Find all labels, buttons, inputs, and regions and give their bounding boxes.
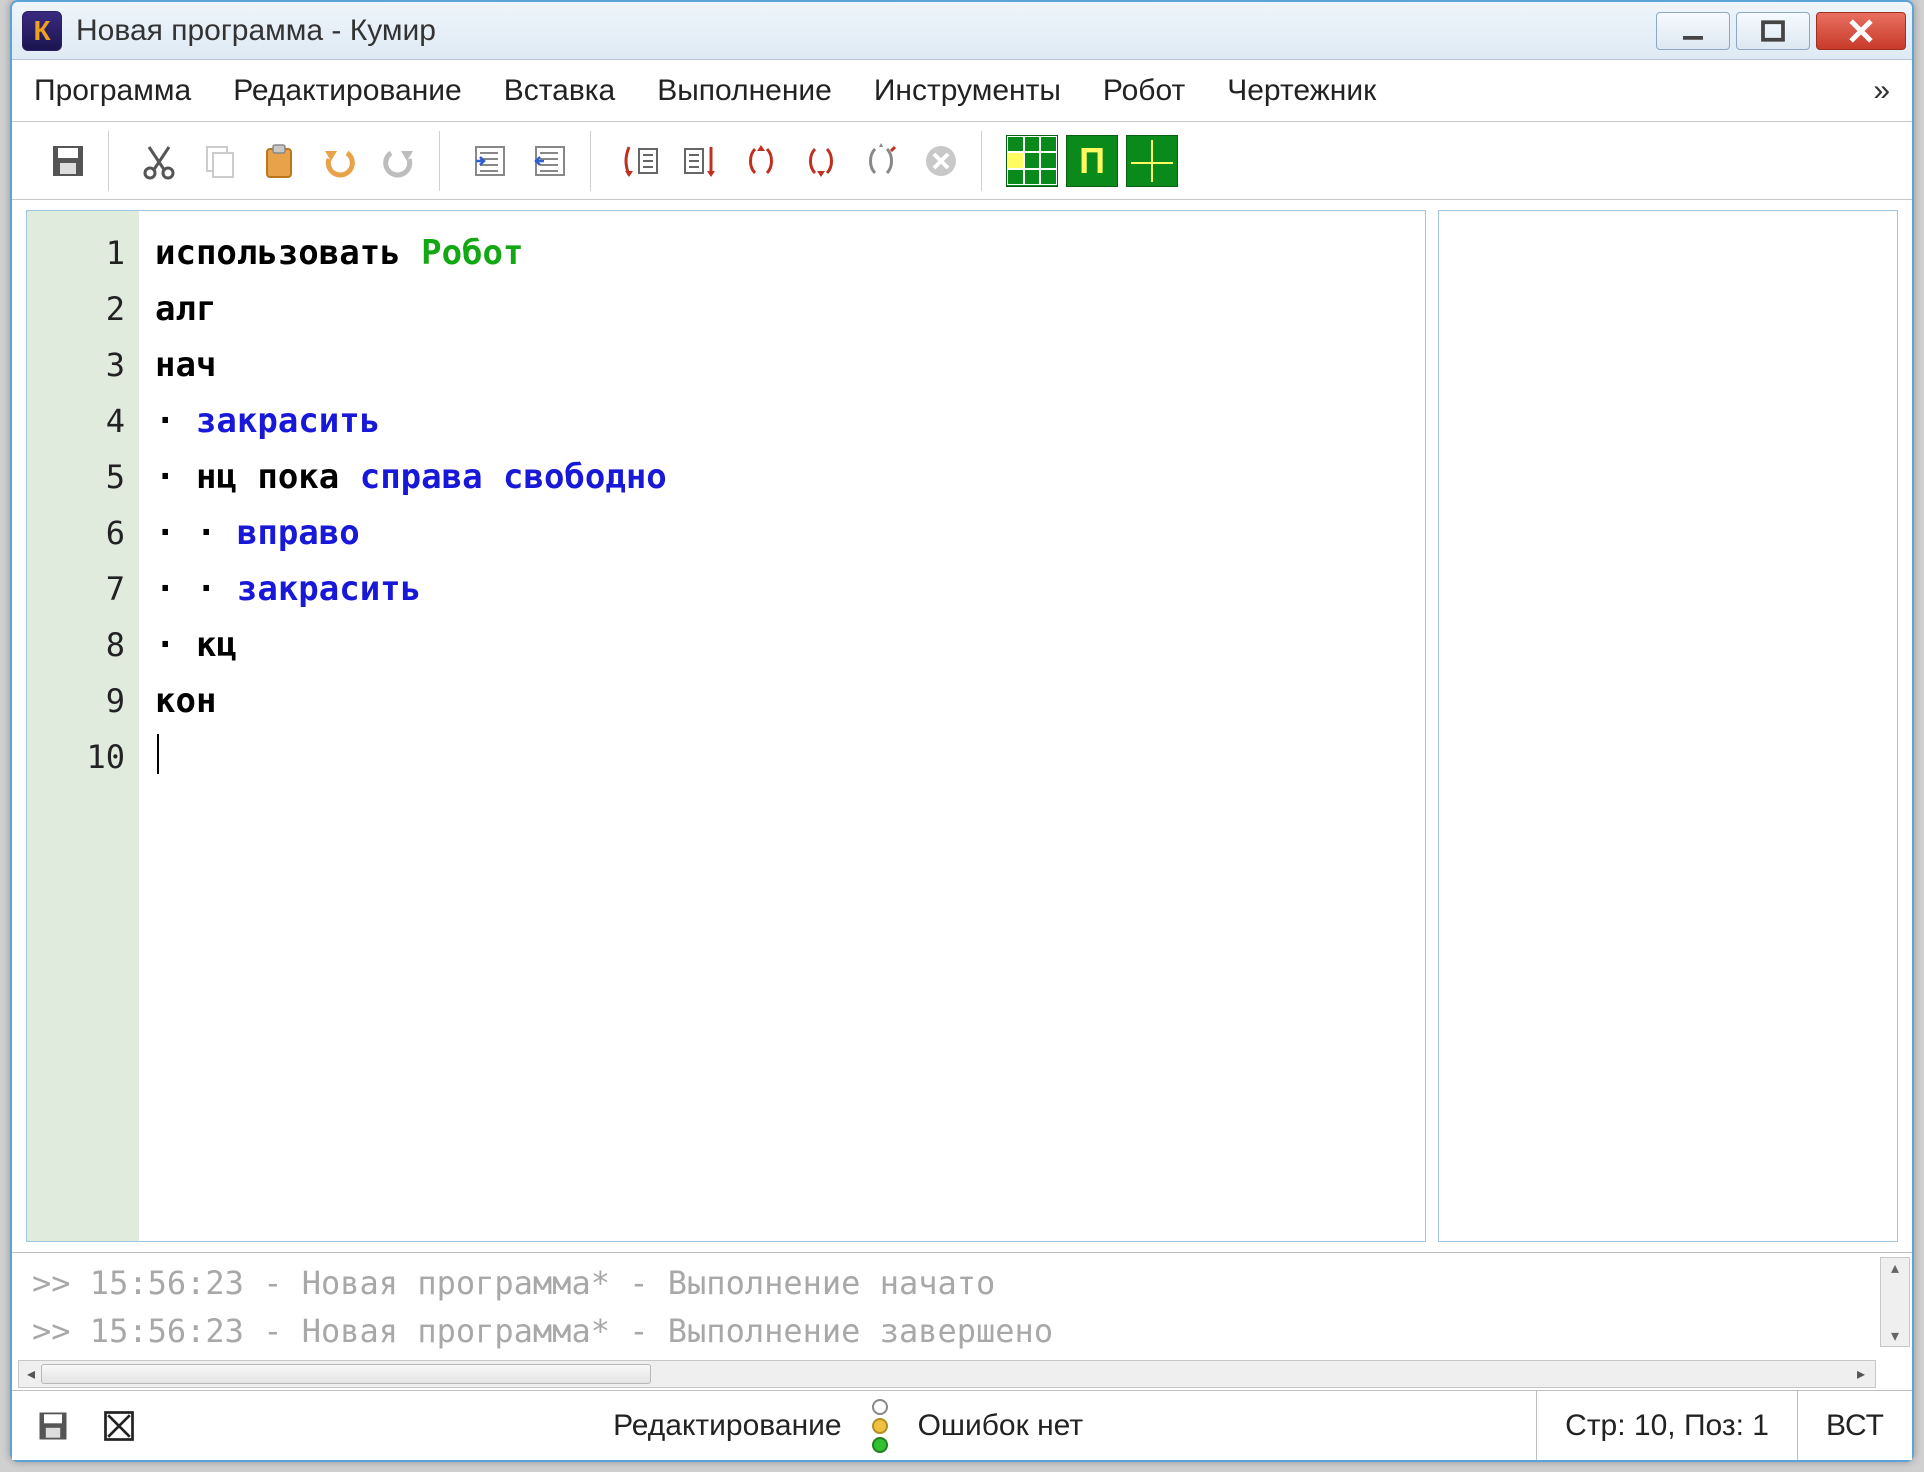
statusbar-center: Редактирование Ошибок нет [160,1399,1536,1453]
status-errors: Ошибок нет [918,1409,1083,1443]
line-number: 2 [27,281,125,337]
line-number: 4 [27,393,125,449]
editor-pane: 12345678910 использовать Роботалгнач· за… [26,210,1426,1242]
menu-insert[interactable]: Вставка [504,74,616,108]
line-number: 1 [27,225,125,281]
run-out-icon[interactable] [855,135,907,187]
toolbar-group-run [601,131,982,191]
scroll-up-icon[interactable]: ▴ [1891,1258,1899,1278]
line-number: 6 [27,505,125,561]
status-clear-icon[interactable] [98,1405,140,1447]
paste-icon[interactable] [253,135,305,187]
code-line[interactable] [155,729,1425,785]
status-save-icon[interactable] [32,1405,74,1447]
scroll-left-icon[interactable]: ◂ [19,1364,43,1384]
app-icon: К [22,11,62,51]
log-horizontal-scrollbar[interactable]: ◂ ▸ [18,1360,1876,1388]
code-line[interactable]: использовать Робот [155,225,1425,281]
text-cursor [157,734,159,774]
scrollbar-thumb[interactable] [41,1364,651,1384]
status-mode: Редактирование [613,1409,842,1443]
statusbar-left [12,1405,160,1447]
scroll-right-icon[interactable]: ▸ [1849,1364,1873,1384]
window-title: Новая программа - Кумир [76,14,1656,48]
toolbar: П [12,122,1912,200]
code-line[interactable]: нач [155,337,1425,393]
minimize-button[interactable] [1656,12,1730,50]
toolbar-group-robot: П [992,131,1192,191]
status-position: Стр: 10, Поз: 1 [1536,1391,1797,1460]
workarea: 12345678910 использовать Роботалгнач· за… [12,200,1912,1252]
line-number: 5 [27,449,125,505]
menubar: Программа Редактирование Вставка Выполне… [12,60,1912,122]
titlebar: К Новая программа - Кумир [12,2,1912,60]
code-line[interactable]: · · закрасить [155,561,1425,617]
menu-program[interactable]: Программа [34,74,191,108]
line-number-gutter: 12345678910 [27,211,139,1241]
statusbar: Редактирование Ошибок нет Стр: 10, Поз: … [12,1390,1912,1460]
run-to-icon[interactable] [795,135,847,187]
log-line: >> 15:56:23 - Новая программа* - Выполне… [32,1259,1892,1307]
log-lines: >> 15:56:23 - Новая программа* - Выполне… [12,1253,1912,1360]
line-number: 10 [27,729,125,785]
robot-grid-icon[interactable] [1006,135,1058,187]
menu-run[interactable]: Выполнение [657,74,832,108]
log-vertical-scrollbar[interactable]: ▴ ▾ [1880,1257,1910,1347]
cut-icon[interactable] [133,135,185,187]
undo-icon[interactable] [313,135,365,187]
stop-icon[interactable] [915,135,967,187]
code-line[interactable]: · кц [155,617,1425,673]
traffic-light-icon [872,1399,888,1453]
code-editor[interactable]: использовать Роботалгнач· закрасить· нц … [139,211,1425,1241]
code-line[interactable]: кон [155,673,1425,729]
menu-robot[interactable]: Робот [1103,74,1185,108]
log-line: >> 15:56:23 - Новая программа* - Выполне… [32,1307,1892,1355]
line-number: 7 [27,561,125,617]
menu-tools[interactable]: Инструменты [874,74,1061,108]
copy-icon[interactable] [193,135,245,187]
robot-axes-icon[interactable] [1126,135,1178,187]
status-insert-mode: ВСТ [1797,1391,1912,1460]
code-line[interactable]: · нц пока справа свободно [155,449,1425,505]
close-button[interactable] [1816,12,1906,50]
save-icon[interactable] [42,135,94,187]
menu-overflow[interactable]: » [1873,74,1890,108]
robot-pi-icon[interactable]: П [1066,135,1118,187]
app-window: К Новая программа - Кумир Программа Реда… [10,0,1914,1462]
step-into-icon[interactable] [615,135,667,187]
indent-icon[interactable] [464,135,516,187]
toolbar-group-file [28,131,109,191]
code-line[interactable]: · · вправо [155,505,1425,561]
log-pane: >> 15:56:23 - Новая программа* - Выполне… [12,1252,1912,1390]
toolbar-group-indent [450,131,591,191]
line-number: 9 [27,673,125,729]
code-line[interactable]: · закрасить [155,393,1425,449]
code-line[interactable]: алг [155,281,1425,337]
outdent-icon[interactable] [524,135,576,187]
toolbar-group-edit [119,131,440,191]
window-controls [1656,12,1906,50]
menu-edit[interactable]: Редактирование [233,74,462,108]
maximize-button[interactable] [1736,12,1810,50]
menu-drawer[interactable]: Чертежник [1227,74,1376,108]
side-pane [1438,210,1898,1242]
step-over-icon[interactable] [675,135,727,187]
redo-icon[interactable] [373,135,425,187]
line-number: 8 [27,617,125,673]
scroll-down-icon[interactable]: ▾ [1891,1326,1899,1346]
run-block-icon[interactable] [735,135,787,187]
line-number: 3 [27,337,125,393]
